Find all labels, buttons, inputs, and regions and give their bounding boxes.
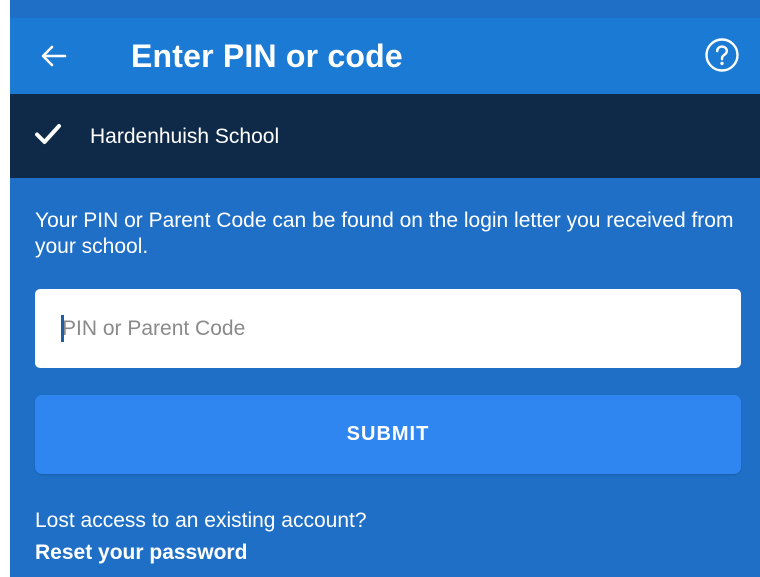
pin-info-text: Your PIN or Parent Code can be found on …: [35, 209, 734, 258]
selected-school-bar: Hardenhuish School: [10, 94, 760, 178]
help-button[interactable]: [704, 37, 740, 73]
arrow-left-icon: [41, 45, 67, 67]
login-screen: Enter PIN or code Hardenhuish School You…: [10, 0, 760, 577]
submit-button[interactable]: SUBMIT: [35, 395, 741, 474]
page-title: Enter PIN or code: [131, 38, 403, 74]
checkmark-icon: [35, 124, 61, 144]
reset-password-link[interactable]: Reset your password: [35, 540, 247, 566]
app-bar: Enter PIN or code: [10, 18, 760, 94]
text-cursor: [61, 315, 64, 342]
question-circle-icon: [705, 38, 739, 72]
pin-input[interactable]: [35, 289, 741, 368]
lost-access-text: Lost access to an existing account?: [35, 509, 367, 532]
school-name: Hardenhuish School: [90, 125, 280, 148]
back-button[interactable]: [34, 38, 74, 74]
